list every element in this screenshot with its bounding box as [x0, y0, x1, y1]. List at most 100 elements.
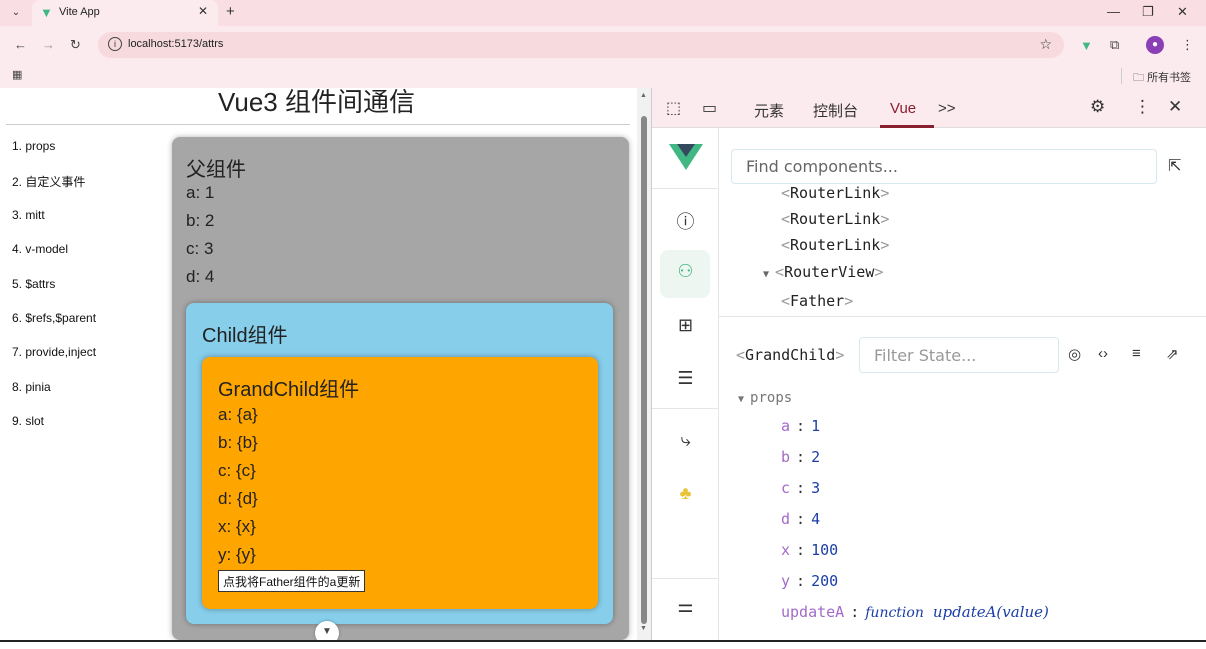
extensions-puzzle-icon[interactable]: ⧉ — [1110, 37, 1119, 53]
profile-avatar[interactable]: ● — [1146, 36, 1164, 54]
devtools-panel: ⬚ ▭ 元素 控制台 Vue >> ⚙ ⋮ ✕ ⓘ ⚇ ⊞ ☰ ⤷ ♣ ⚌ ⇱ … — [651, 88, 1206, 640]
prop-fn-signature: updateA(value) — [932, 603, 1049, 621]
prop-row[interactable]: b:2 — [781, 448, 820, 466]
nav-item-refs-parent[interactable]: 6. $refs,$parent — [12, 311, 96, 345]
all-bookmarks-label: 所有书签 — [1147, 72, 1192, 84]
pinia-icon[interactable]: ♣ — [652, 483, 719, 504]
close-window-icon[interactable]: ✕ — [1177, 4, 1188, 20]
nav-item-custom-event[interactable]: 2. 自定义事件 — [12, 173, 96, 207]
prop-value: 3 — [811, 479, 821, 497]
inspect-element-icon[interactable]: ⬚ — [666, 98, 681, 118]
nav-item-props[interactable]: 1. props — [12, 139, 96, 173]
tab-search-menu-icon[interactable]: ⌄ — [8, 5, 24, 21]
page-scrollbar[interactable]: ▲ ▼ — [637, 88, 651, 640]
nav-item-provide-inject[interactable]: 7. provide,inject — [12, 345, 96, 379]
bookmarks-divider — [1121, 68, 1122, 84]
tree-node-name: Father — [790, 292, 845, 310]
sidebar-divider — [652, 188, 719, 189]
components-icon[interactable]: ⚇ — [652, 261, 719, 282]
browser-toolbar: ← → ↻ i localhost:5173/attrs ☆ — [0, 26, 1206, 64]
nav-item-slot[interactable]: 9. slot — [12, 414, 96, 448]
prop-row[interactable]: d:4 — [781, 510, 820, 528]
prop-row[interactable]: c:3 — [781, 479, 820, 497]
minimize-icon[interactable]: — — [1107, 4, 1120, 19]
inspect-dom-icon[interactable]: ≡ — [1132, 345, 1141, 362]
prop-colon: : — [796, 510, 806, 528]
prop-colon: : — [796, 417, 806, 435]
tree-divider — [719, 316, 1206, 317]
component-search-box[interactable] — [731, 149, 1157, 184]
devtools-menu-icon[interactable]: ⋮ — [1134, 97, 1151, 117]
tree-node-routerlink[interactable]: <RouterLink> — [781, 210, 889, 228]
settings-gear-icon[interactable]: ⚙ — [1090, 97, 1105, 117]
tab-vue[interactable]: Vue — [890, 100, 916, 117]
bookmark-star-icon[interactable]: ☆ — [1039, 36, 1052, 53]
component-tree-icon[interactable]: ⊞ — [652, 315, 719, 336]
scroll-down-icon[interactable]: ▼ — [640, 625, 647, 632]
router-icon[interactable]: ⤷ — [652, 430, 719, 451]
browser-tab[interactable]: ▼ Vite App ✕ — [32, 0, 218, 26]
tab-console[interactable]: 控制台 — [813, 100, 858, 121]
page-viewport: Vue3 组件间通信 1. props 2. 自定义事件 3. mitt 4. … — [0, 88, 651, 640]
grandchild-row-a: a: {a} — [218, 405, 258, 424]
select-component-icon[interactable]: ⇱ — [1168, 156, 1181, 176]
expand-arrow-icon[interactable]: ▼ — [763, 269, 769, 280]
tree-node-name: RouterLink — [790, 210, 881, 228]
more-tabs-icon[interactable]: >> — [938, 100, 956, 117]
all-bookmarks-folder[interactable]: 🗀 所有书签 — [1133, 69, 1191, 88]
tree-node-routerview[interactable]: ▼ <RouterView> — [763, 263, 883, 281]
info-icon[interactable]: ⓘ — [652, 208, 719, 234]
reload-icon[interactable]: ↻ — [70, 37, 81, 53]
nav-item-mitt[interactable]: 3. mitt — [12, 208, 96, 242]
tab-elements[interactable]: 元素 — [754, 100, 784, 121]
prop-row-function[interactable]: updateA: function updateA(value) — [781, 603, 1049, 621]
nav-item-attrs[interactable]: 5. $attrs — [12, 277, 96, 311]
apps-grid-icon[interactable]: ▦ — [12, 68, 22, 81]
settings-sliders-icon[interactable]: ⚌ — [652, 596, 719, 617]
vue-logo-inner — [677, 144, 695, 157]
vue-devtools-extension-icon[interactable]: ▼ — [1080, 38, 1093, 53]
update-father-a-button[interactable]: 点我将Father组件的a更新 — [218, 570, 366, 592]
timeline-icon[interactable]: ☰ — [652, 368, 719, 389]
show-source-icon[interactable]: ‹› — [1098, 345, 1108, 362]
tree-node-father[interactable]: <Father> — [781, 292, 853, 310]
prop-colon: : — [796, 479, 806, 497]
prop-row[interactable]: a:1 — [781, 417, 820, 435]
prop-value: 1 — [811, 417, 821, 435]
tree-node-routerlink[interactable]: <RouterLink> — [781, 184, 889, 202]
back-icon[interactable]: ← — [14, 37, 27, 52]
nav-item-v-model[interactable]: 4. v-model — [12, 242, 96, 276]
address-bar[interactable]: i localhost:5173/attrs ☆ — [98, 32, 1064, 58]
filter-state-box[interactable] — [859, 337, 1059, 373]
prop-key: x — [781, 541, 791, 559]
page-scrollbar-thumb[interactable] — [641, 116, 647, 624]
forward-icon[interactable]: → — [42, 37, 55, 52]
open-in-editor-icon[interactable]: ⇗ — [1166, 345, 1179, 363]
prop-colon: : — [850, 603, 860, 621]
tree-node-name: RouterLink — [790, 236, 881, 254]
props-section-label: props — [750, 390, 793, 406]
collapse-arrow-icon[interactable]: ▼ — [738, 394, 744, 405]
tree-node-routerlink[interactable]: <RouterLink> — [781, 236, 889, 254]
vue-devtools-toggle-icon[interactable]: ▼ — [315, 621, 339, 640]
grandchild-row-b: b: {b} — [218, 433, 258, 452]
component-search-input[interactable] — [732, 150, 1156, 183]
filter-state-input[interactable] — [860, 338, 1058, 372]
device-toolbar-icon[interactable]: ▭ — [702, 98, 717, 118]
prop-row[interactable]: y:200 — [781, 572, 838, 590]
tab-close-icon[interactable]: ✕ — [198, 4, 208, 18]
scroll-up-icon[interactable]: ▲ — [640, 92, 647, 99]
close-devtools-icon[interactable]: ✕ — [1168, 97, 1182, 117]
scroll-to-component-icon[interactable]: ◎ — [1068, 345, 1081, 363]
maximize-icon[interactable]: ❐ — [1142, 4, 1154, 20]
prop-value: 4 — [811, 510, 821, 528]
prop-key: d — [781, 510, 791, 528]
new-tab-icon[interactable]: + — [226, 3, 235, 20]
prop-row[interactable]: x:100 — [781, 541, 838, 559]
nav-item-pinia[interactable]: 8. pinia — [12, 380, 96, 414]
bookmarks-bar: ▦ 🗀 所有书签 — [0, 64, 1206, 88]
site-info-icon[interactable]: i — [108, 37, 122, 51]
props-section-header[interactable]: ▼ props — [738, 390, 792, 406]
browser-menu-icon[interactable]: ⋮ — [1181, 37, 1194, 53]
vue-devtools-sidebar: ⓘ ⚇ ⊞ ☰ ⤷ ♣ ⚌ — [652, 128, 719, 640]
